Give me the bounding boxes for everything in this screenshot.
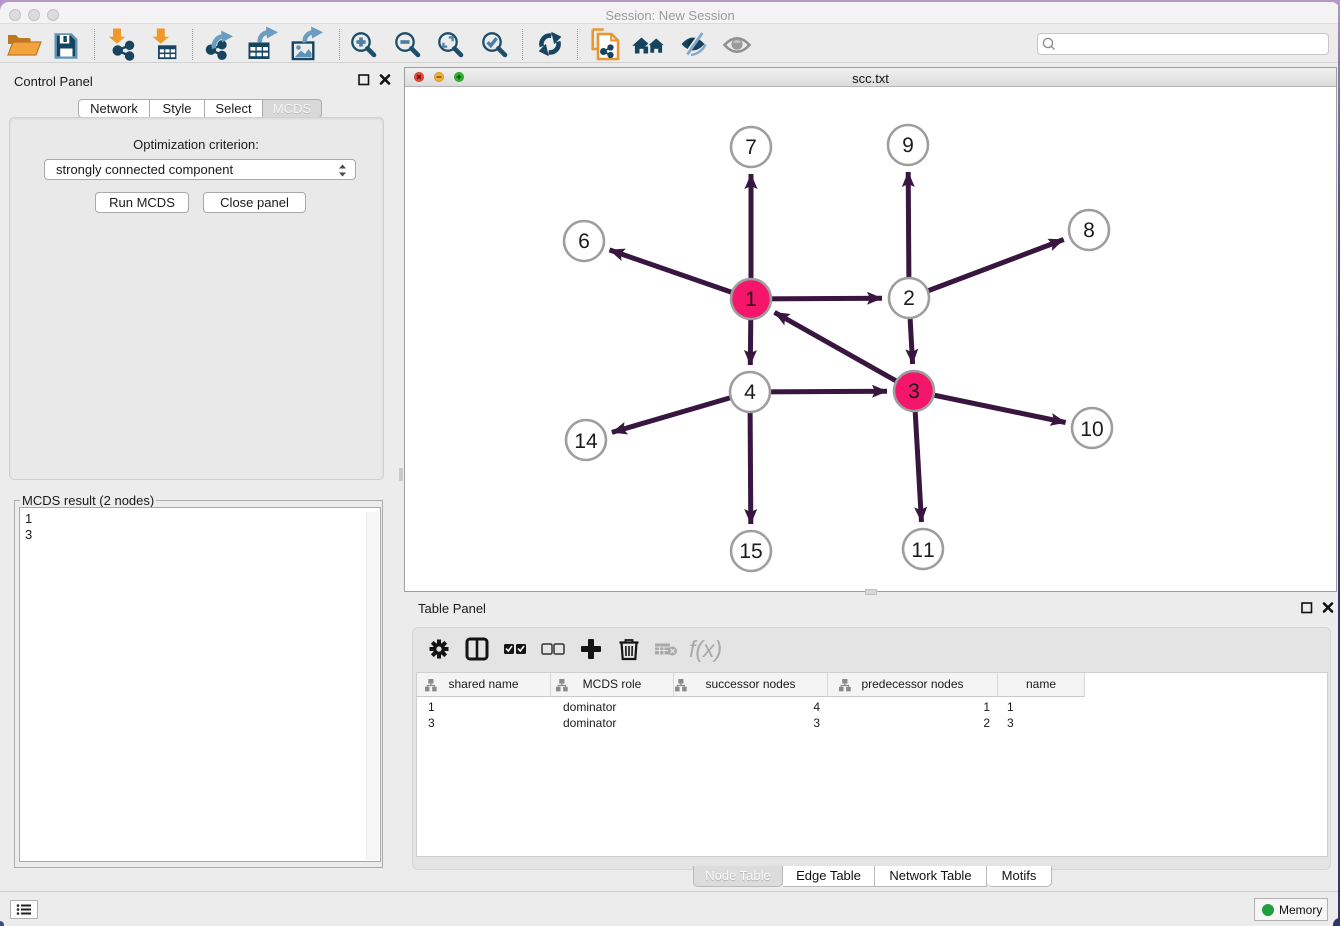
svg-text:f(x): f(x) [689, 636, 722, 662]
svg-text:Memory: Memory [1279, 903, 1322, 917]
